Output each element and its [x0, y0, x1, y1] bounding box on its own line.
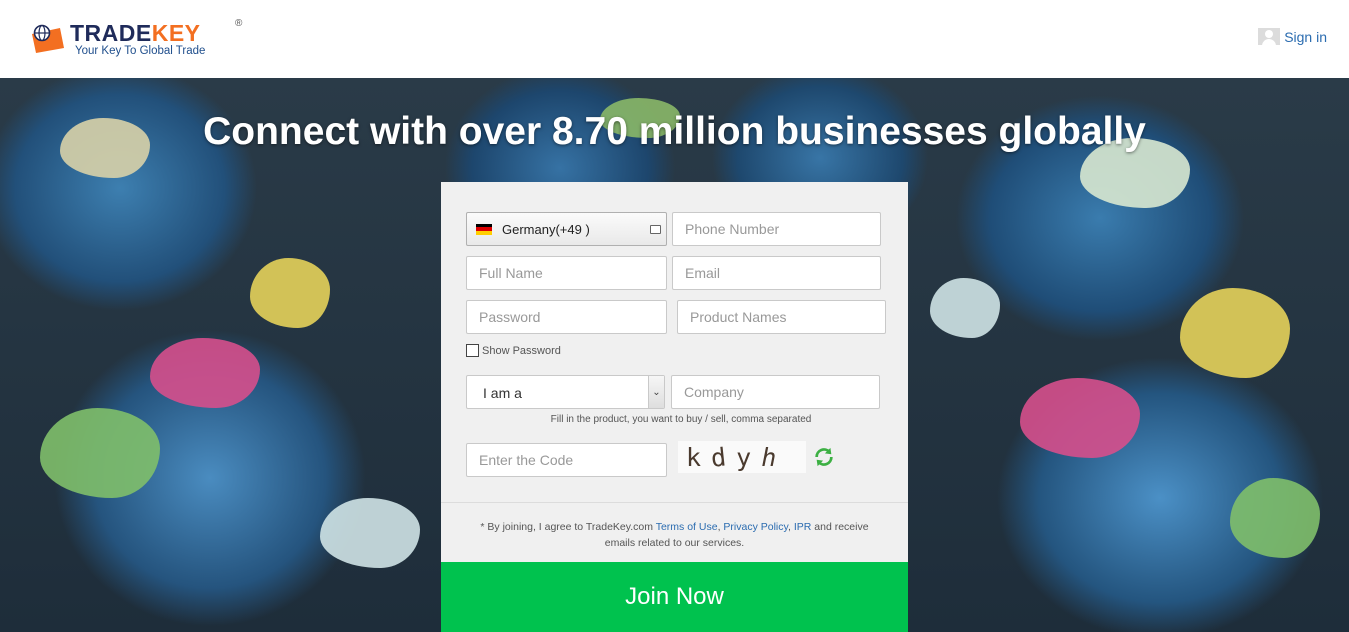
- chevron-down-icon: ⌄: [648, 376, 664, 408]
- product-names-input[interactable]: [677, 300, 886, 334]
- tradekey-logo[interactable]: TRADEKEY ® Your Key To Global Trade: [30, 18, 250, 62]
- globe-decoration: [930, 278, 1000, 338]
- site-header: TRADEKEY ® Your Key To Global Trade Sign…: [0, 0, 1349, 78]
- show-password-label: Show Password: [482, 344, 561, 357]
- role-select-value: I am a: [483, 385, 522, 401]
- ipr-link[interactable]: IPR: [794, 521, 812, 533]
- full-name-input[interactable]: [466, 256, 667, 290]
- phone-number-input[interactable]: [672, 212, 881, 246]
- terms-text: * By joining, I agree to TradeKey.com Te…: [480, 521, 869, 549]
- sign-in-link[interactable]: Sign in: [1258, 28, 1327, 45]
- role-select[interactable]: I am a ⌄: [466, 375, 665, 409]
- captcha-char: k: [686, 442, 704, 472]
- product-hint-text: Fill in the product, you want to buy / s…: [550, 414, 812, 425]
- email-input[interactable]: [672, 256, 881, 290]
- dropdown-arrow-icon: [650, 225, 661, 234]
- captcha-char: d: [709, 441, 730, 473]
- globe-decoration: [1180, 288, 1290, 378]
- signup-form: Germany(+49 ) Show Password I am a ⌄ Fil…: [441, 182, 908, 632]
- logo-globe-icon: [32, 24, 64, 53]
- globe-decoration: [1230, 478, 1320, 558]
- globe-decoration: [150, 338, 260, 408]
- captcha-code-input[interactable]: [466, 443, 667, 477]
- show-password-checkbox[interactable]: [466, 344, 479, 357]
- captcha-char: h: [761, 442, 779, 472]
- company-input[interactable]: [671, 375, 880, 409]
- globe-decoration: [40, 408, 160, 498]
- globe-decoration: [250, 258, 330, 328]
- country-code-select[interactable]: Germany(+49 ): [466, 212, 667, 246]
- logo-title: TRADEKEY: [70, 20, 201, 46]
- privacy-policy-link[interactable]: Privacy Policy: [723, 521, 788, 533]
- captcha-image: k d y h: [678, 441, 806, 473]
- globe-decoration: [320, 498, 420, 568]
- show-password-toggle[interactable]: Show Password: [466, 344, 561, 357]
- germany-flag-icon: [476, 223, 492, 235]
- globe-decoration: [1020, 378, 1140, 458]
- password-input[interactable]: [466, 300, 667, 334]
- hero-title: Connect with over 8.70 million businesse…: [203, 110, 1146, 153]
- refresh-captcha-icon[interactable]: [813, 446, 835, 468]
- sign-in-label: Sign in: [1284, 28, 1327, 45]
- logo-registered-mark: ®: [235, 18, 243, 29]
- user-avatar-icon: [1258, 28, 1281, 45]
- country-code-label: Germany(+49 ): [502, 221, 590, 237]
- captcha-char: y: [736, 442, 754, 472]
- form-divider: [441, 502, 908, 503]
- terms-of-use-link[interactable]: Terms of Use: [656, 521, 718, 533]
- logo-tagline: Your Key To Global Trade: [75, 45, 206, 57]
- join-now-button[interactable]: Join Now: [441, 562, 908, 632]
